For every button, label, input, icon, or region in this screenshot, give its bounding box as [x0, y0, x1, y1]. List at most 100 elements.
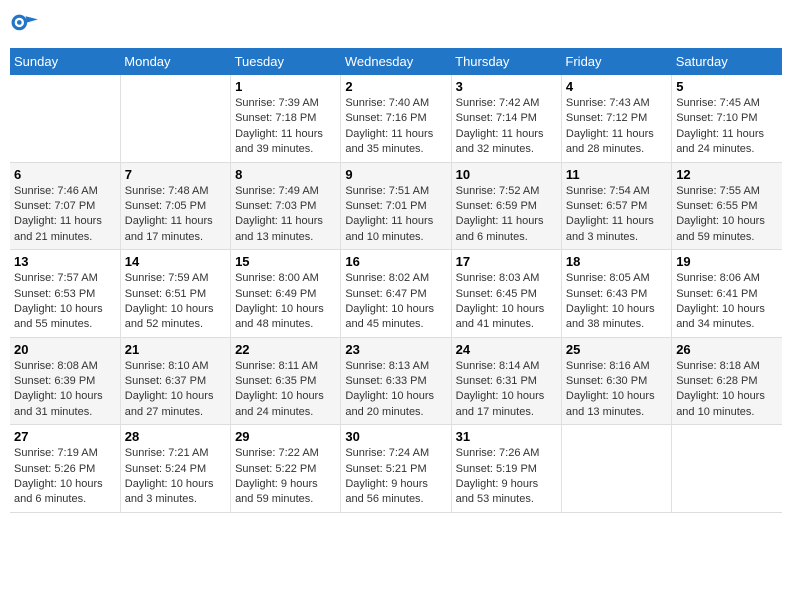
cell-sunrise: Sunrise: 7:24 AM: [345, 447, 429, 459]
cell-daylight: Daylight: 10 hours and 24 minutes.: [235, 390, 324, 417]
cell-daylight: Daylight: 11 hours and 32 minutes.: [456, 128, 544, 155]
page-header: [10, 10, 782, 38]
cell-daylight: Daylight: 10 hours and 3 minutes.: [125, 478, 214, 505]
day-number: 2: [345, 79, 446, 94]
cell-sunset: Sunset: 6:51 PM: [125, 288, 206, 300]
calendar-cell: 12 Sunrise: 7:55 AM Sunset: 6:55 PM Dayl…: [672, 162, 782, 250]
cell-sunset: Sunset: 6:57 PM: [566, 200, 647, 212]
cell-sunset: Sunset: 6:45 PM: [456, 288, 537, 300]
day-number: 11: [566, 167, 667, 182]
calendar-cell: 20 Sunrise: 8:08 AM Sunset: 6:39 PM Dayl…: [10, 337, 120, 425]
cell-daylight: Daylight: 10 hours and 52 minutes.: [125, 303, 214, 330]
cell-daylight: Daylight: 11 hours and 13 minutes.: [235, 215, 323, 242]
cell-sunrise: Sunrise: 7:45 AM: [676, 97, 760, 109]
calendar-table: SundayMondayTuesdayWednesdayThursdayFrid…: [10, 48, 782, 513]
calendar-cell: 26 Sunrise: 8:18 AM Sunset: 6:28 PM Dayl…: [672, 337, 782, 425]
calendar-cell: 11 Sunrise: 7:54 AM Sunset: 6:57 PM Dayl…: [561, 162, 671, 250]
cell-daylight: Daylight: 10 hours and 34 minutes.: [676, 303, 765, 330]
calendar-cell: 29 Sunrise: 7:22 AM Sunset: 5:22 PM Dayl…: [231, 425, 341, 513]
cell-sunrise: Sunrise: 8:00 AM: [235, 272, 319, 284]
cell-daylight: Daylight: 11 hours and 39 minutes.: [235, 128, 323, 155]
day-number: 18: [566, 254, 667, 269]
calendar-cell: 16 Sunrise: 8:02 AM Sunset: 6:47 PM Dayl…: [341, 250, 451, 338]
cell-sunrise: Sunrise: 7:52 AM: [456, 185, 540, 197]
day-number: 19: [676, 254, 778, 269]
cell-sunrise: Sunrise: 7:55 AM: [676, 185, 760, 197]
calendar-cell: 13 Sunrise: 7:57 AM Sunset: 6:53 PM Dayl…: [10, 250, 120, 338]
day-number: 26: [676, 342, 778, 357]
cell-sunrise: Sunrise: 7:51 AM: [345, 185, 429, 197]
cell-sunrise: Sunrise: 8:02 AM: [345, 272, 429, 284]
logo-icon: [10, 10, 38, 38]
calendar-cell: 18 Sunrise: 8:05 AM Sunset: 6:43 PM Dayl…: [561, 250, 671, 338]
cell-sunset: Sunset: 5:19 PM: [456, 463, 537, 475]
calendar-week-row: 1 Sunrise: 7:39 AM Sunset: 7:18 PM Dayli…: [10, 75, 782, 162]
day-header-wednesday: Wednesday: [341, 48, 451, 75]
cell-sunset: Sunset: 6:33 PM: [345, 375, 426, 387]
calendar-cell: 3 Sunrise: 7:42 AM Sunset: 7:14 PM Dayli…: [451, 75, 561, 162]
cell-daylight: Daylight: 10 hours and 6 minutes.: [14, 478, 103, 505]
cell-sunrise: Sunrise: 8:11 AM: [235, 360, 318, 372]
day-header-friday: Friday: [561, 48, 671, 75]
cell-daylight: Daylight: 11 hours and 28 minutes.: [566, 128, 654, 155]
cell-daylight: Daylight: 10 hours and 38 minutes.: [566, 303, 655, 330]
cell-sunset: Sunset: 7:14 PM: [456, 112, 537, 124]
cell-daylight: Daylight: 10 hours and 41 minutes.: [456, 303, 545, 330]
calendar-cell: 9 Sunrise: 7:51 AM Sunset: 7:01 PM Dayli…: [341, 162, 451, 250]
cell-sunset: Sunset: 7:03 PM: [235, 200, 316, 212]
cell-sunrise: Sunrise: 8:08 AM: [14, 360, 98, 372]
calendar-cell: 10 Sunrise: 7:52 AM Sunset: 6:59 PM Dayl…: [451, 162, 561, 250]
calendar-cell: 2 Sunrise: 7:40 AM Sunset: 7:16 PM Dayli…: [341, 75, 451, 162]
day-number: 6: [14, 167, 116, 182]
calendar-cell: 31 Sunrise: 7:26 AM Sunset: 5:19 PM Dayl…: [451, 425, 561, 513]
calendar-cell: 22 Sunrise: 8:11 AM Sunset: 6:35 PM Dayl…: [231, 337, 341, 425]
cell-sunset: Sunset: 6:31 PM: [456, 375, 537, 387]
cell-daylight: Daylight: 11 hours and 17 minutes.: [125, 215, 213, 242]
cell-sunset: Sunset: 7:01 PM: [345, 200, 426, 212]
cell-sunrise: Sunrise: 7:43 AM: [566, 97, 650, 109]
calendar-cell: 19 Sunrise: 8:06 AM Sunset: 6:41 PM Dayl…: [672, 250, 782, 338]
calendar-cell: [120, 75, 230, 162]
cell-sunrise: Sunrise: 7:59 AM: [125, 272, 209, 284]
day-number: 10: [456, 167, 557, 182]
cell-daylight: Daylight: 10 hours and 48 minutes.: [235, 303, 324, 330]
calendar-cell: 15 Sunrise: 8:00 AM Sunset: 6:49 PM Dayl…: [231, 250, 341, 338]
cell-sunset: Sunset: 6:30 PM: [566, 375, 647, 387]
cell-daylight: Daylight: 10 hours and 13 minutes.: [566, 390, 655, 417]
day-number: 13: [14, 254, 116, 269]
cell-sunset: Sunset: 6:28 PM: [676, 375, 757, 387]
calendar-cell: 30 Sunrise: 7:24 AM Sunset: 5:21 PM Dayl…: [341, 425, 451, 513]
cell-sunset: Sunset: 5:24 PM: [125, 463, 206, 475]
day-header-sunday: Sunday: [10, 48, 120, 75]
cell-daylight: Daylight: 10 hours and 27 minutes.: [125, 390, 214, 417]
cell-sunrise: Sunrise: 8:18 AM: [676, 360, 760, 372]
cell-daylight: Daylight: 11 hours and 10 minutes.: [345, 215, 433, 242]
calendar-cell: 8 Sunrise: 7:49 AM Sunset: 7:03 PM Dayli…: [231, 162, 341, 250]
cell-sunset: Sunset: 6:47 PM: [345, 288, 426, 300]
day-number: 29: [235, 429, 336, 444]
cell-sunrise: Sunrise: 7:54 AM: [566, 185, 650, 197]
cell-sunrise: Sunrise: 7:42 AM: [456, 97, 540, 109]
cell-sunrise: Sunrise: 8:03 AM: [456, 272, 540, 284]
cell-sunset: Sunset: 6:35 PM: [235, 375, 316, 387]
cell-sunrise: Sunrise: 7:48 AM: [125, 185, 209, 197]
calendar-week-row: 6 Sunrise: 7:46 AM Sunset: 7:07 PM Dayli…: [10, 162, 782, 250]
calendar-cell: 7 Sunrise: 7:48 AM Sunset: 7:05 PM Dayli…: [120, 162, 230, 250]
cell-sunrise: Sunrise: 7:19 AM: [14, 447, 98, 459]
day-number: 9: [345, 167, 446, 182]
calendar-cell: 1 Sunrise: 7:39 AM Sunset: 7:18 PM Dayli…: [231, 75, 341, 162]
day-number: 7: [125, 167, 226, 182]
cell-sunset: Sunset: 5:21 PM: [345, 463, 426, 475]
day-number: 16: [345, 254, 446, 269]
calendar-cell: 4 Sunrise: 7:43 AM Sunset: 7:12 PM Dayli…: [561, 75, 671, 162]
day-number: 17: [456, 254, 557, 269]
cell-daylight: Daylight: 9 hours and 56 minutes.: [345, 478, 428, 505]
cell-daylight: Daylight: 10 hours and 10 minutes.: [676, 390, 765, 417]
cell-daylight: Daylight: 9 hours and 59 minutes.: [235, 478, 318, 505]
calendar-cell: [561, 425, 671, 513]
cell-daylight: Daylight: 10 hours and 55 minutes.: [14, 303, 103, 330]
calendar-cell: 6 Sunrise: 7:46 AM Sunset: 7:07 PM Dayli…: [10, 162, 120, 250]
cell-sunset: Sunset: 5:26 PM: [14, 463, 95, 475]
cell-daylight: Daylight: 10 hours and 59 minutes.: [676, 215, 765, 242]
cell-sunrise: Sunrise: 8:13 AM: [345, 360, 429, 372]
